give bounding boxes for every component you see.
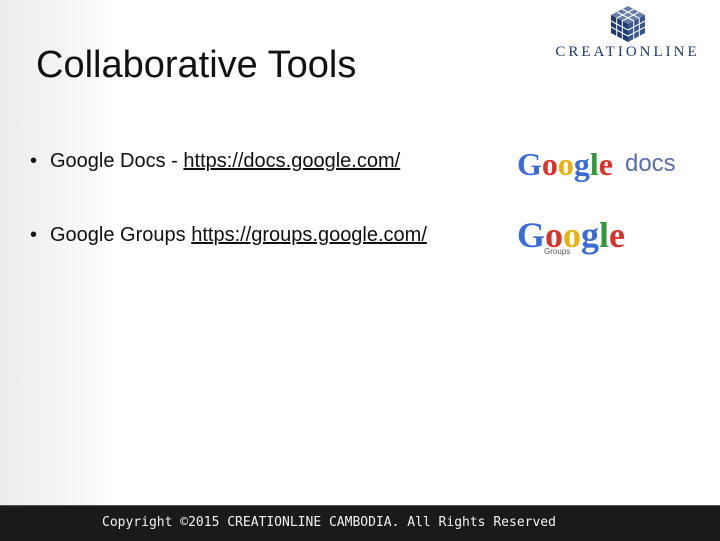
docs-suffix: docs (624, 150, 676, 177)
list-item: • Google Docs - https://docs.google.com/ (30, 150, 400, 173)
list-item: • Google Groups https://groups.google.com… (30, 224, 427, 247)
creationline-logo: CREATIONLINE (540, 4, 715, 66)
bullet-text: Google Docs - (50, 150, 184, 172)
groups-suffix: Groups (544, 247, 571, 256)
brand-name: CREATIONLINE (555, 44, 700, 60)
docs-link[interactable]: https://docs.google.com/ (183, 150, 400, 172)
bullet-icon: • (30, 150, 38, 172)
google-groups-logo: Google Groups (517, 215, 626, 256)
slide-title: Collaborative Tools (36, 44, 357, 86)
groups-link[interactable]: https://groups.google.com/ (191, 224, 427, 246)
footer-bar: Copyright ©2015 CREATIONLINE CAMBODIA. A… (0, 505, 720, 541)
bullet-text: Google Groups (50, 224, 192, 246)
copyright-text: Copyright ©2015 CREATIONLINE CAMBODIA. A… (102, 515, 556, 530)
cube-logo-icon (610, 6, 646, 42)
google-docs-logo: Google docs (517, 146, 676, 182)
bullet-icon: • (30, 224, 38, 246)
